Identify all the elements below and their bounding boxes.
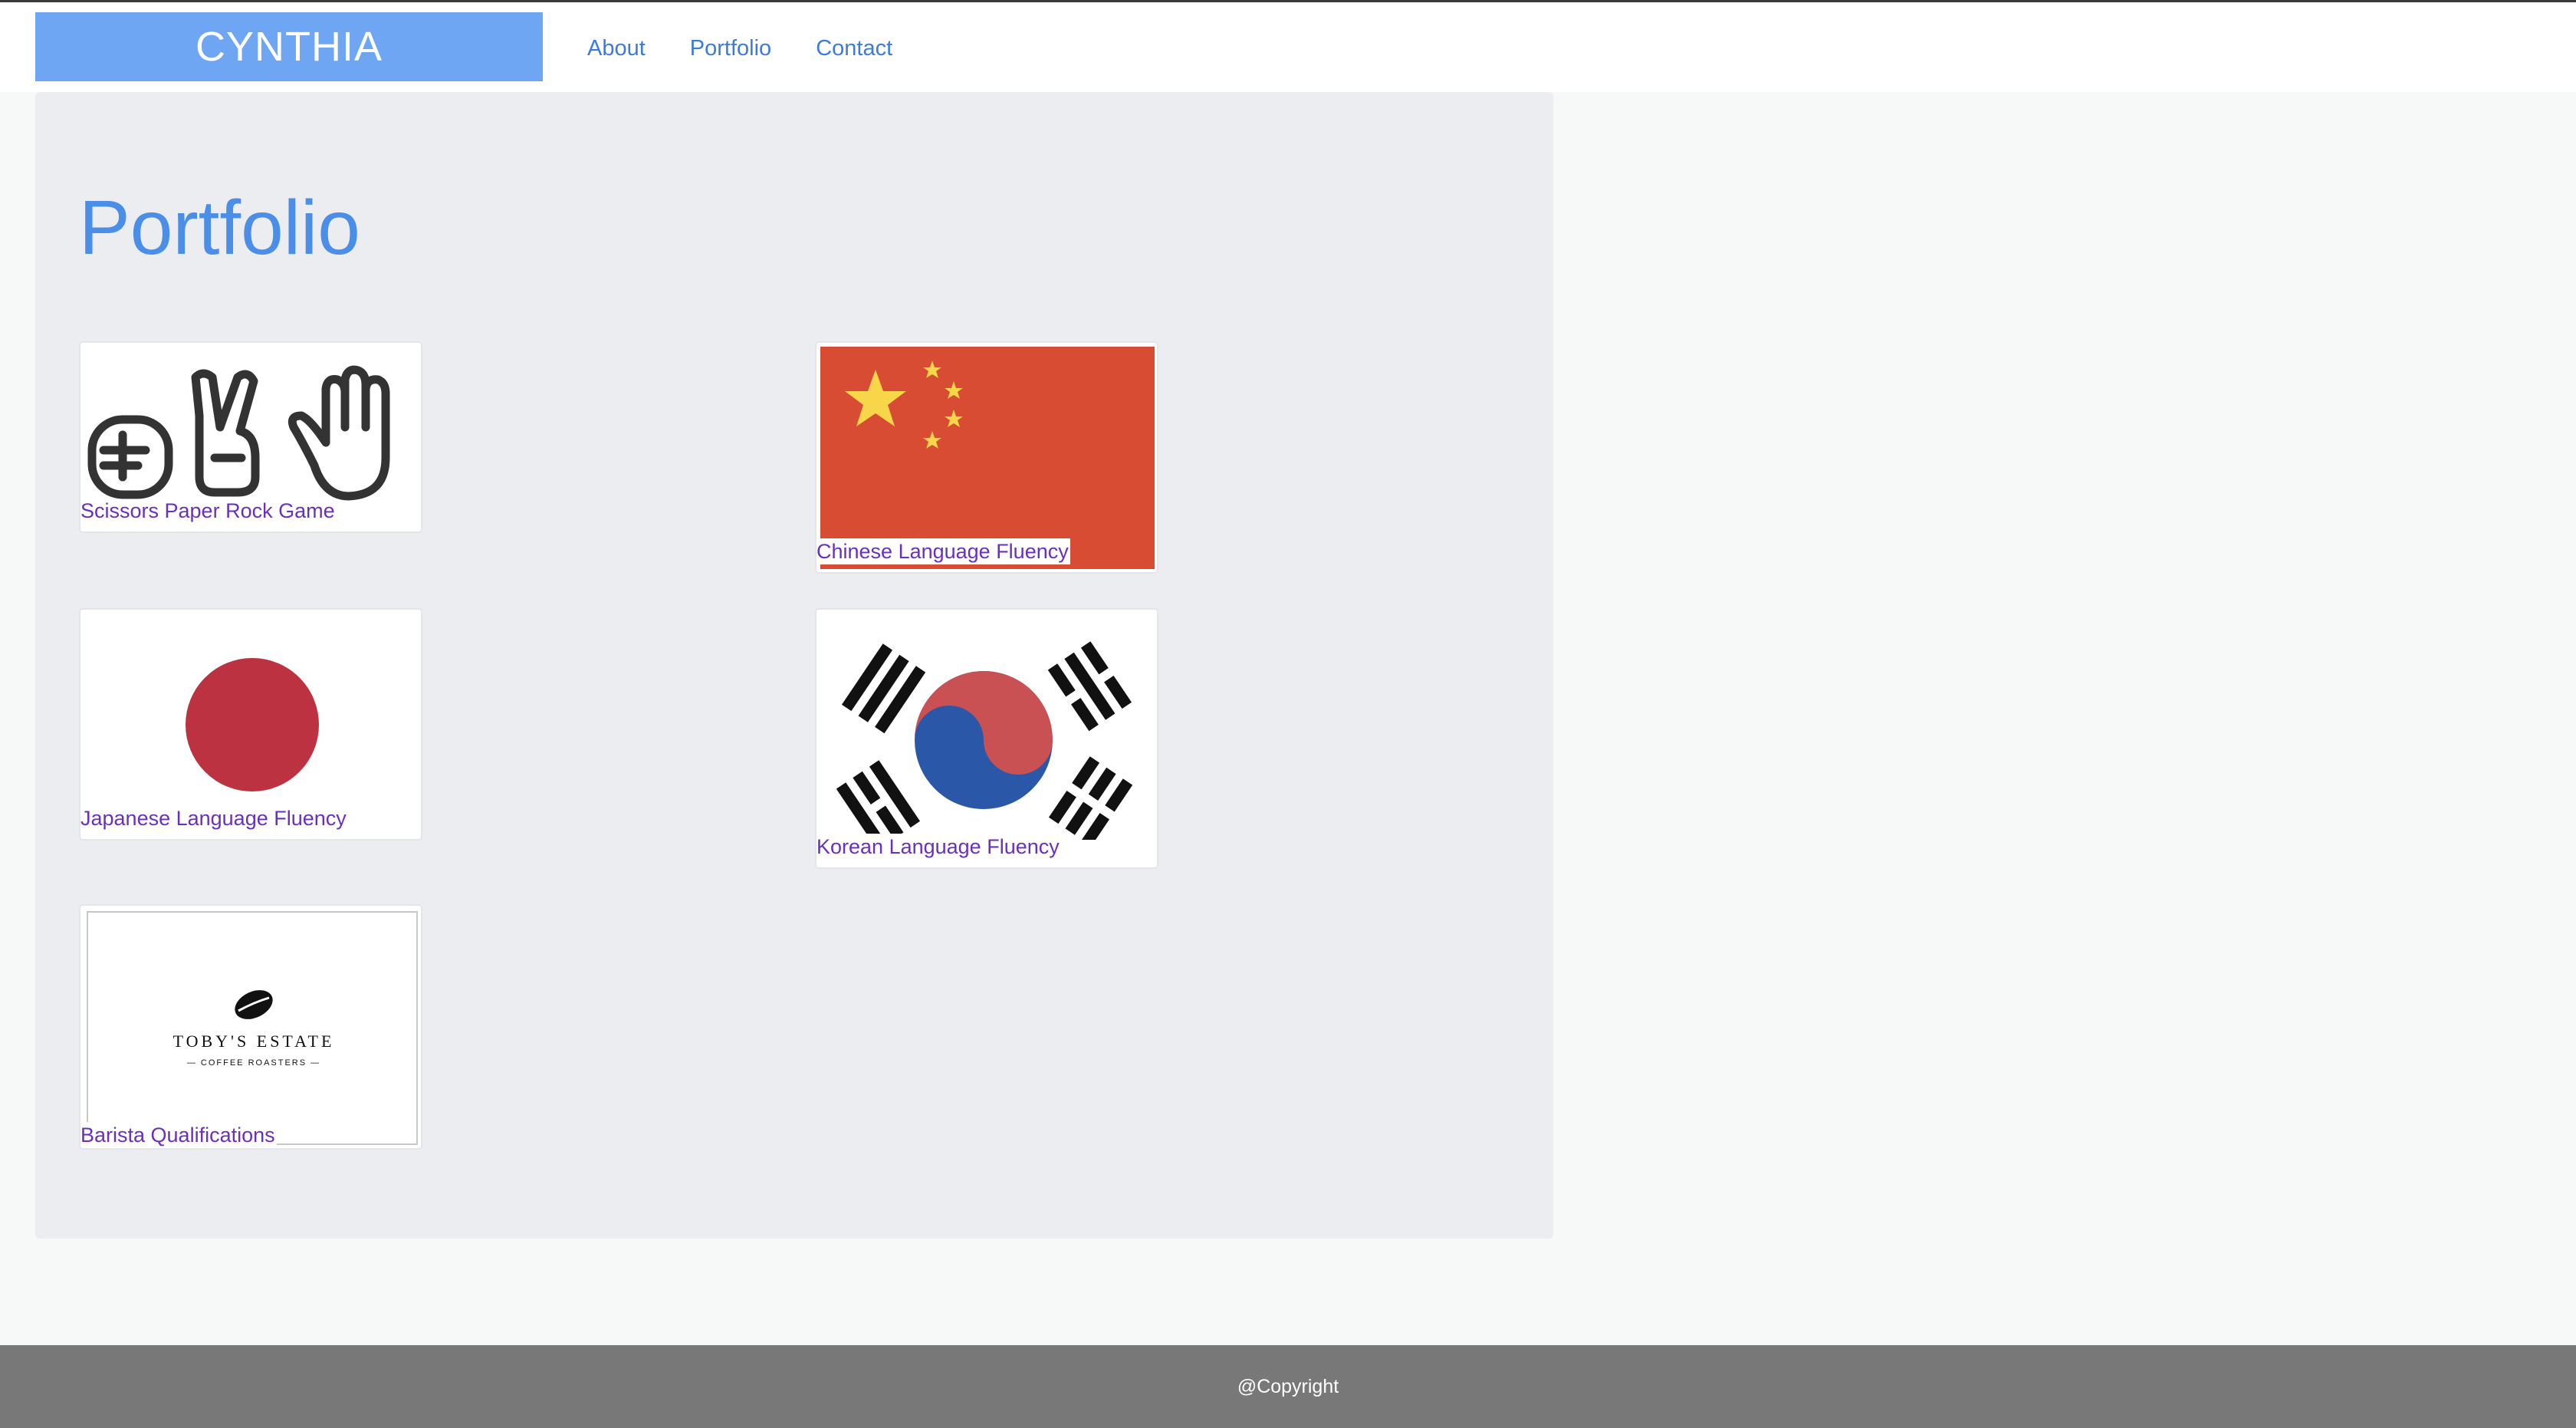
- china-flag-icon: [820, 347, 1155, 569]
- site-header: CYNTHIA About Portfolio Contact: [0, 2, 2576, 92]
- brand-logo[interactable]: CYNTHIA: [35, 12, 543, 81]
- portfolio-panel: Portfolio Scissors Paper Rock Game Chine…: [35, 92, 1553, 1239]
- japan-flag-icon: [186, 658, 319, 791]
- coffee-bean-icon: [235, 990, 273, 1019]
- card-label[interactable]: Japanese Language Fluency: [80, 805, 347, 831]
- copyright-text: @Copyright: [1237, 1376, 1339, 1397]
- main-nav: About Portfolio Contact: [587, 33, 937, 64]
- rock-paper-scissors-icon: [87, 365, 390, 501]
- portfolio-card-chinese[interactable]: Chinese Language Fluency: [815, 341, 1158, 574]
- card-label[interactable]: Chinese Language Fluency: [816, 538, 1070, 564]
- card-label[interactable]: Korean Language Fluency: [816, 834, 1061, 860]
- portfolio-card-sprg[interactable]: Scissors Paper Rock Game: [79, 341, 422, 533]
- nav-about[interactable]: About: [587, 33, 646, 64]
- portfolio-card-korean[interactable]: Korean Language Fluency: [815, 608, 1158, 869]
- card-label[interactable]: Barista Qualifications: [80, 1122, 277, 1148]
- page-title: Portfolio: [79, 185, 360, 271]
- tobys-estate-logo: TOBY'S ESTATE — COFFEE ROASTERS —: [87, 911, 418, 1145]
- nav-portfolio[interactable]: Portfolio: [690, 33, 771, 64]
- card-label[interactable]: Scissors Paper Rock Game: [80, 498, 335, 524]
- portfolio-card-barista[interactable]: TOBY'S ESTATE — COFFEE ROASTERS — Barist…: [79, 904, 422, 1150]
- logo-subtext: — COFFEE ROASTERS —: [186, 1058, 321, 1068]
- south-korea-flag-icon: [836, 641, 1133, 840]
- nav-contact[interactable]: Contact: [816, 33, 892, 64]
- site-footer: @Copyright: [0, 1345, 2576, 1428]
- portfolio-card-japanese[interactable]: Japanese Language Fluency: [79, 608, 422, 841]
- logo-text: TOBY'S ESTATE: [172, 1032, 335, 1051]
